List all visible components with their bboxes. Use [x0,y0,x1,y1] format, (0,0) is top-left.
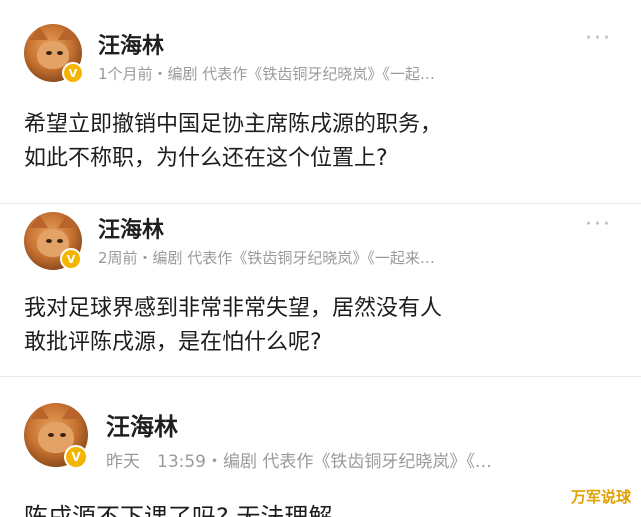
author-name[interactable]: 汪海林 [98,212,164,244]
post-meta: 昨天 13:59・编剧 代表作《铁齿铜牙纪晓岚》《… [106,452,492,472]
author-name[interactable]: 汪海林 [98,28,164,60]
post-card-2[interactable]: V 汪海林 2周前・编剧 代表作《铁齿铜牙纪晓岚》《一起来… ··· 我对足球界… [0,204,641,376]
post-content: 我对足球界感到非常非常失望，居然没有人敢批评陈戌源，是在怕什么呢? [24,296,443,356]
more-options-icon[interactable]: ··· [585,26,612,51]
post-card-3[interactable]: V 汪海林 昨天 13:59・编剧 代表作《铁齿铜牙纪晓岚》《… 陈戌源不下课了… [0,377,641,517]
verified-badge-icon: V [62,62,84,84]
post-meta: 1个月前・编剧 代表作《铁齿铜牙纪晓岚》《一起… [98,65,435,83]
verified-badge-icon: V [60,248,82,270]
post-content: 希望立即撤销中国足协主席陈戌源的职务，如此不称职，为什么还在这个位置上? [24,112,443,172]
post-card-1[interactable]: V 汪海林 1个月前・编剧 代表作《铁齿铜牙纪晓岚》《一起… ··· 希望立即撤… [0,0,641,203]
verified-badge-icon: V [64,445,88,469]
post-meta: 2周前・编剧 代表作《铁齿铜牙纪晓岚》《一起来… [98,249,435,267]
post-content: 陈戌源不下课了吗? 无法理解 [24,503,333,517]
author-name[interactable]: 汪海林 [106,407,178,442]
watermark: 万军说球 [570,488,631,506]
more-options-icon[interactable]: ··· [585,212,612,237]
